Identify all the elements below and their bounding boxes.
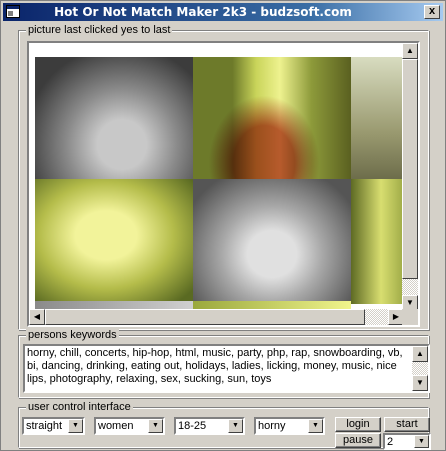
orientation-value: straight: [26, 420, 63, 432]
window-title: Hot Or Not Match Maker 2k3 - budzsoft.co…: [54, 5, 352, 19]
picture-horizontal-scrollbar[interactable]: ◀ ▶: [29, 309, 404, 325]
keywords-scrollbar[interactable]: ▲ ▼: [412, 346, 428, 391]
scrollbar-corner: [402, 309, 418, 325]
seeking-select[interactable]: women ▼: [94, 417, 165, 435]
age-range-value: 18-25: [178, 420, 207, 432]
photo-tile: [351, 179, 404, 304]
keywords-group-label: persons keywords: [26, 329, 119, 341]
title-bar[interactable]: Hot Or Not Match Maker 2k3 - budzsoft.co…: [3, 3, 443, 21]
photo-tile: [351, 57, 404, 182]
age-range-select[interactable]: 18-25 ▼: [174, 417, 245, 435]
keywords-text: horny, chill, concerts, hip-hop, html, m…: [27, 347, 406, 385]
pause-button[interactable]: pause: [335, 433, 381, 448]
count-value: 2: [387, 436, 394, 448]
controls-group-label: user control interface: [26, 401, 133, 413]
dropdown-arrow-icon[interactable]: ▼: [148, 419, 163, 433]
orientation-select[interactable]: straight ▼: [22, 417, 85, 435]
vertical-scroll-thumb[interactable]: [402, 59, 418, 279]
seeking-value: women: [98, 420, 134, 432]
scroll-up-arrow-icon[interactable]: ▲: [412, 346, 428, 362]
picture-viewer[interactable]: ▲ ▼ ◀ ▶: [27, 41, 420, 327]
horizontal-scroll-thumb[interactable]: [45, 309, 365, 325]
photo-tile: [193, 179, 351, 304]
mood-value: horny: [258, 420, 286, 432]
photo-tile: [35, 57, 193, 182]
login-button[interactable]: login: [335, 417, 381, 432]
close-button[interactable]: x: [424, 5, 440, 19]
picture-vertical-scrollbar[interactable]: ▲ ▼: [402, 43, 418, 311]
mood-select[interactable]: horny ▼: [254, 417, 325, 435]
app-window: Hot Or Not Match Maker 2k3 - budzsoft.co…: [0, 0, 446, 451]
scroll-left-arrow-icon[interactable]: ◀: [29, 309, 45, 325]
dropdown-arrow-icon[interactable]: ▼: [414, 435, 429, 448]
dropdown-arrow-icon[interactable]: ▼: [228, 419, 243, 433]
dropdown-arrow-icon[interactable]: ▼: [68, 419, 83, 433]
start-button[interactable]: start: [384, 417, 430, 432]
photo-tile: [35, 179, 193, 304]
keywords-textbox[interactable]: horny, chill, concerts, hip-hop, html, m…: [23, 344, 430, 393]
dropdown-arrow-icon[interactable]: ▼: [308, 419, 323, 433]
scroll-down-arrow-icon[interactable]: ▼: [412, 375, 428, 391]
photo-tile: [193, 57, 351, 182]
scroll-up-arrow-icon[interactable]: ▲: [402, 43, 418, 59]
picture-collage: [29, 43, 404, 311]
picture-group-label: picture last clicked yes to last: [26, 24, 173, 36]
count-select[interactable]: 2 ▼: [383, 433, 431, 450]
